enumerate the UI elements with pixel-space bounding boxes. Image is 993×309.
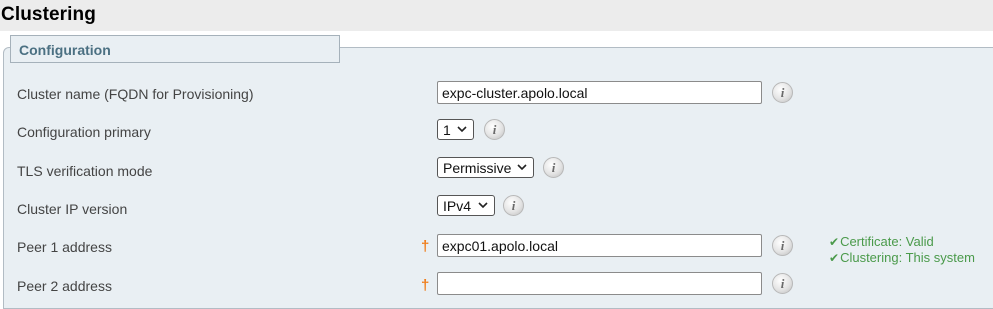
cluster-ip-version-select[interactable]: IPv4 — [437, 195, 495, 216]
clustering-status-text: Clustering: This system — [840, 250, 975, 265]
info-icon[interactable]: i — [772, 273, 793, 294]
section-title: Configuration — [19, 42, 111, 58]
cluster-ip-version-label: Cluster IP version — [17, 201, 128, 217]
certificate-status-text: Certificate: Valid — [840, 234, 934, 249]
info-icon[interactable]: i — [772, 82, 793, 103]
peer-1-address-label: Peer 1 address — [17, 239, 112, 255]
checkmark-icon: ✔ — [829, 235, 840, 249]
peer-1-address-input[interactable] — [437, 234, 762, 257]
configuration-primary-select[interactable]: 1 — [437, 119, 474, 140]
cluster-ip-version-value: IPv4 — [443, 197, 472, 214]
info-icon[interactable]: i — [543, 157, 564, 178]
info-icon[interactable]: i — [503, 195, 524, 216]
certificate-status: ✔Certificate: Valid — [829, 234, 934, 249]
chevron-down-icon — [478, 202, 488, 209]
page-title: Clustering — [1, 4, 96, 25]
chevron-down-icon — [517, 164, 527, 171]
required-mark: † — [421, 238, 430, 255]
tls-verification-mode-value: Permissive — [443, 159, 512, 176]
cluster-name-input[interactable] — [437, 81, 762, 104]
page-header: Clustering — [0, 0, 993, 31]
required-mark: † — [421, 277, 430, 294]
configuration-primary-label: Configuration primary — [17, 124, 151, 140]
checkmark-icon: ✔ — [829, 251, 840, 265]
tls-verification-mode-label: TLS verification mode — [17, 163, 153, 179]
peer-2-address-label: Peer 2 address — [17, 278, 112, 294]
clustering-status: ✔Clustering: This system — [829, 250, 975, 265]
tls-verification-mode-select[interactable]: Permissive — [437, 157, 534, 178]
chevron-down-icon — [457, 126, 467, 133]
configuration-section-header: Configuration — [10, 35, 340, 63]
cluster-name-label: Cluster name (FQDN for Provisioning) — [17, 86, 254, 102]
info-icon[interactable]: i — [772, 235, 793, 256]
peer-2-address-input[interactable] — [437, 272, 762, 295]
configuration-primary-value: 1 — [443, 121, 451, 138]
info-icon[interactable]: i — [484, 119, 505, 140]
